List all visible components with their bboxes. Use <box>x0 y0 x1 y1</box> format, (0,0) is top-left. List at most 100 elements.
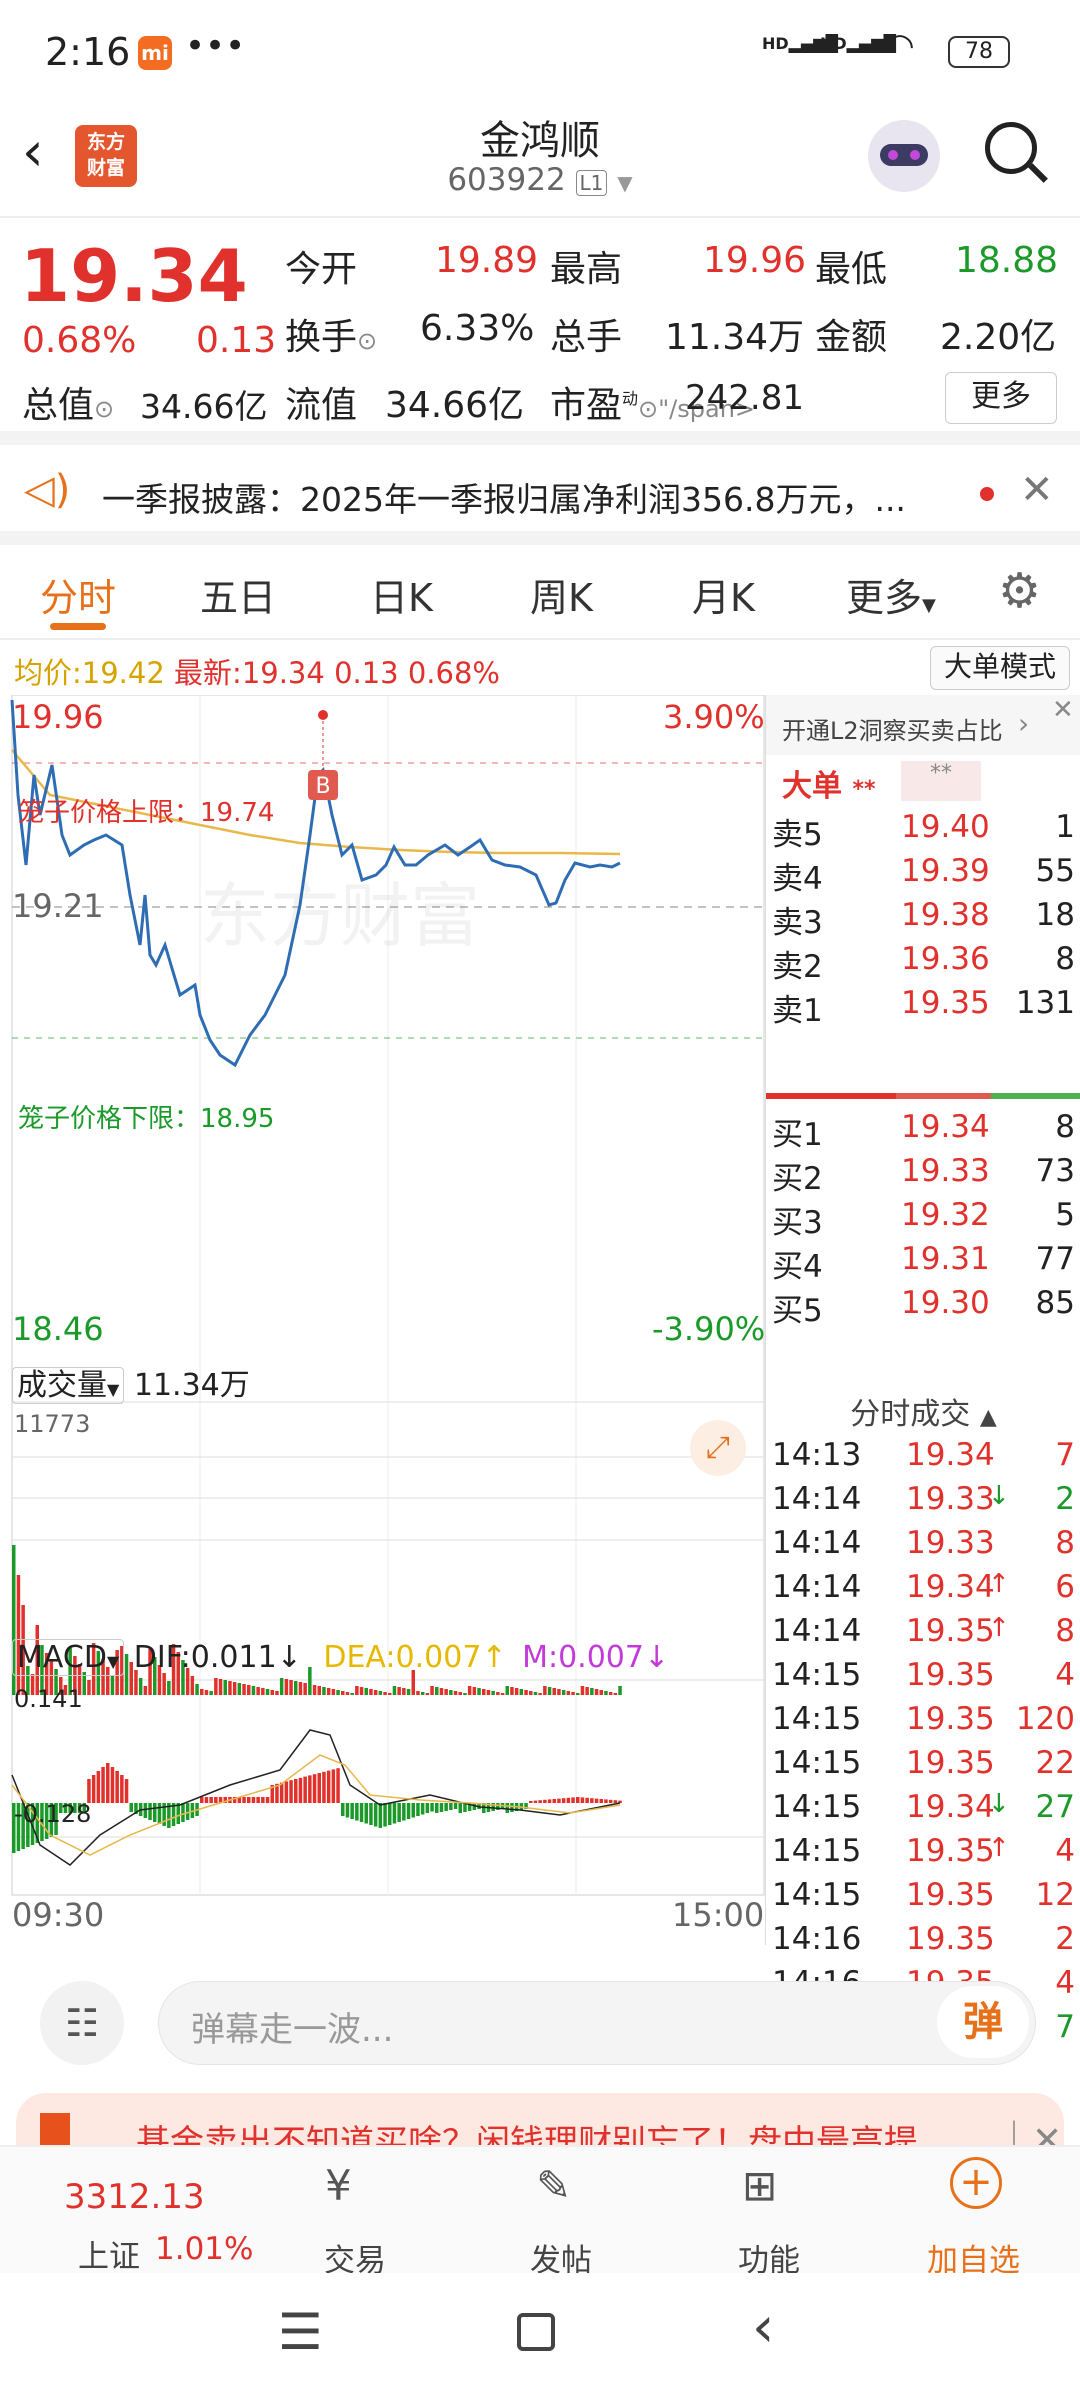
intraday-chart-area: 均价:19.42 最新:19.34 0.13 0.68% 大单模式 东方财富 B <box>0 640 1080 2045</box>
robot-avatar[interactable] <box>868 120 940 192</box>
volume-bar <box>275 1691 279 1695</box>
stock-header: ‹ 金鸿顺 603922 L1 ▼ <box>0 100 1080 218</box>
speaker-icon: ◁) <box>24 467 71 513</box>
announcement-bar[interactable]: ◁) 一季报披露：2025年一季报归属净利润356.8万元，... ✕ <box>0 445 1080 545</box>
turnover-value: 6.33% <box>420 308 535 349</box>
volume-bar <box>613 1693 618 1695</box>
volume-bar <box>420 1692 425 1695</box>
macd-bar <box>420 1803 425 1815</box>
big-order-mode-button[interactable]: 大单模式 <box>930 646 1070 690</box>
volume-bar <box>467 1686 472 1695</box>
announcement-text: 一季报披露：2025年一季报归属净利润356.8万元，... <box>102 480 906 519</box>
danmu-settings-icon[interactable]: ☷ <box>40 1981 124 2065</box>
volume-bar <box>571 1692 575 1695</box>
comment-bar: ☷ 弹幕走一波... 弹 基金卖出不知道买啥？闲钱理财别忘了！盘中最高提 ｜✕ <box>0 1945 1080 2173</box>
tab-monthly-k[interactable]: 月K <box>692 567 755 622</box>
pe-value: 242.81 <box>685 378 804 418</box>
order-row: 卖4 19.39 55 <box>772 853 1075 897</box>
trade-row: 14:15 19.35 120 <box>772 1701 1075 1737</box>
tab-weekly-k[interactable]: 周K <box>530 567 593 622</box>
volume-bar <box>322 1687 326 1695</box>
volume-bar <box>383 1692 387 1695</box>
settings-gear-icon[interactable]: ⚙ <box>998 563 1041 619</box>
order-row: 卖1 19.35 131 <box>772 985 1075 1029</box>
volume-bar <box>500 1693 505 1695</box>
grid-icon[interactable]: ⊞ <box>742 2161 777 2210</box>
big-order-label: 大单 ** <box>782 769 876 804</box>
macd-bar <box>214 1797 218 1803</box>
turnover-label[interactable]: 换手⊙ <box>285 308 377 360</box>
tab-intraday[interactable]: 分时 <box>40 567 116 622</box>
index-name[interactable]: 上证 <box>78 2231 140 2276</box>
volume-bar <box>416 1691 420 1695</box>
stock-code-row[interactable]: 603922 L1 ▼ <box>395 162 685 198</box>
volume-bar <box>261 1688 265 1695</box>
macd-bar <box>153 1803 157 1822</box>
system-nav-bar: ☰ ‹ <box>0 2273 1080 2400</box>
add-icon[interactable]: + <box>950 2157 1002 2209</box>
volume-bar <box>608 1692 613 1695</box>
tab-daily-k[interactable]: 日K <box>370 567 433 622</box>
volume-bar <box>496 1692 500 1695</box>
back-nav-icon[interactable]: ‹ <box>752 2295 774 2360</box>
more-button[interactable]: 更多 <box>945 372 1057 424</box>
danmu-input[interactable]: 弹幕走一波... 弹 <box>158 1981 1036 2065</box>
expand-icon[interactable]: ⤢ <box>690 1420 746 1476</box>
volume-label: 总手 <box>550 317 623 358</box>
volume-bar <box>218 1679 223 1695</box>
macd-bar <box>115 1771 119 1803</box>
order-book-panel: 开通L2洞察买卖占比 › ✕ 大单 ** ** 卖5 19.40 1 卖4 19.39 5… <box>765 695 1080 2045</box>
macd-bar <box>209 1797 213 1803</box>
close-icon[interactable]: ✕ <box>1020 467 1054 513</box>
tab-more[interactable]: 更多▼ <box>846 567 936 622</box>
macd-bar <box>439 1803 444 1812</box>
macd-header: MACD▼ DIF:0.011↓ DEA:0.007↑ M:0.007↓ <box>12 1639 669 1676</box>
macd-top: 0.141 <box>14 1685 83 1713</box>
index-pct[interactable]: 1.01% <box>155 2231 253 2267</box>
macd-bar <box>373 1803 378 1827</box>
macd-bar <box>383 1803 387 1827</box>
volume-bar <box>341 1691 345 1695</box>
back-icon[interactable]: ‹ <box>22 120 44 183</box>
price-grid <box>11 695 765 1896</box>
edit-icon[interactable]: ✎ <box>536 2161 571 2210</box>
trades-title[interactable]: 分时成交 ▲ <box>766 1389 1080 1433</box>
macd-bar <box>204 1797 209 1803</box>
home-icon[interactable] <box>517 2313 555 2351</box>
volume-bar <box>284 1679 289 1695</box>
change-amount: 0.13 <box>196 320 277 361</box>
macd-bar <box>510 1803 514 1812</box>
macd-bar <box>359 1803 364 1822</box>
volume-bar <box>435 1687 439 1695</box>
menu-icon[interactable]: ☰ <box>278 2303 323 2361</box>
macd-bar <box>294 1779 298 1803</box>
macd-indicator-select[interactable]: MACD▼ <box>12 1639 125 1676</box>
order-row: 买5 19.30 85 <box>772 1285 1075 1329</box>
time-end: 15:00 <box>672 1896 765 1934</box>
wifi-icon: ◠ <box>885 26 915 66</box>
volume-bar <box>618 1686 622 1695</box>
danmu-send-button[interactable]: 弹 <box>937 1986 1029 2058</box>
index-value[interactable]: 3312.13 <box>64 2177 205 2217</box>
volume-bar <box>533 1692 538 1695</box>
l2-promo[interactable]: 开通L2洞察买卖占比 › <box>766 695 1080 755</box>
volume-bar <box>16 1575 21 1695</box>
volume-bar <box>566 1691 571 1695</box>
yen-icon[interactable]: ¥ <box>325 2161 352 2210</box>
intraday-summary: 均价:19.42 最新:19.34 0.13 0.68% <box>14 656 500 690</box>
volume-indicator-select[interactable]: 成交量▼ <box>12 1367 125 1404</box>
volume-bar <box>543 1686 547 1695</box>
macd-bar <box>571 1797 575 1803</box>
macd-bar <box>110 1767 115 1803</box>
order-row: 卖3 19.38 18 <box>772 897 1075 941</box>
tab-five-day[interactable]: 五日 <box>200 567 276 622</box>
order-row: 卖2 19.36 8 <box>772 941 1075 985</box>
volume-bar <box>87 1680 91 1695</box>
macd-bar <box>453 1803 458 1809</box>
search-icon-handle <box>1028 163 1048 183</box>
mktcap-label[interactable]: 总值⊙ <box>22 376 114 428</box>
close-promo-icon[interactable]: ✕ <box>1052 695 1074 725</box>
volume-bar <box>397 1687 401 1695</box>
open-label: 今开 <box>285 249 358 290</box>
info-icon: ⊙ <box>94 395 115 423</box>
